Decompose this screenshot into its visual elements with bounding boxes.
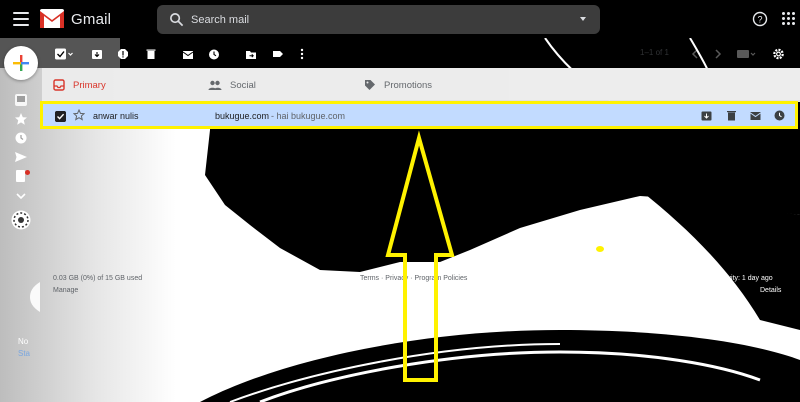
tab-promotions[interactable]: Promotions bbox=[364, 68, 432, 102]
hangouts-start-link[interactable]: Sta bbox=[18, 349, 30, 358]
tab-primary-label: Primary bbox=[73, 79, 106, 91]
row-archive-icon[interactable] bbox=[701, 110, 712, 121]
email-sender: anwar nulis bbox=[93, 111, 139, 121]
input-tools-icon[interactable] bbox=[736, 47, 756, 61]
search-options-icon[interactable] bbox=[580, 17, 586, 21]
select-all-checkbox[interactable] bbox=[54, 47, 74, 61]
starred-nav-icon[interactable] bbox=[14, 112, 28, 126]
row-delete-icon[interactable] bbox=[726, 110, 737, 121]
footer-policy-links[interactable]: Terms · Privacy · Program Policies bbox=[360, 275, 467, 282]
hangouts-placeholder-shape bbox=[30, 282, 40, 312]
activity-details-link[interactable]: Details bbox=[760, 287, 781, 294]
tab-promotions-label: Promotions bbox=[384, 79, 433, 91]
category-tabs: Primary Social Promotions bbox=[42, 68, 800, 102]
people-icon bbox=[208, 80, 222, 90]
compose-button[interactable] bbox=[4, 46, 38, 80]
tab-primary[interactable]: Primary bbox=[53, 68, 106, 102]
mark-as-read-icon[interactable] bbox=[182, 47, 194, 61]
move-to-icon[interactable] bbox=[245, 47, 257, 61]
manage-storage-link[interactable]: Manage bbox=[53, 287, 78, 294]
snoozed-nav-icon[interactable] bbox=[14, 131, 28, 145]
tag-icon bbox=[365, 80, 375, 90]
delete-icon[interactable] bbox=[145, 47, 157, 61]
gmail-logo[interactable] bbox=[40, 9, 64, 28]
label-icon[interactable] bbox=[272, 47, 284, 61]
email-snippet: - hai bukugue.com bbox=[271, 111, 346, 121]
sent-nav-icon[interactable] bbox=[14, 150, 28, 164]
search-input[interactable] bbox=[191, 9, 571, 30]
snooze-icon[interactable] bbox=[208, 47, 220, 61]
email-subject: bukugue.com bbox=[215, 111, 270, 121]
apps-grid-icon[interactable] bbox=[782, 12, 796, 26]
row-snooze-icon[interactable] bbox=[774, 110, 785, 121]
help-icon[interactable]: ? bbox=[752, 11, 768, 27]
older-chevron-right-icon[interactable] bbox=[713, 47, 723, 61]
tab-social-label: Social bbox=[230, 79, 256, 91]
more-chevron-down-icon[interactable] bbox=[14, 189, 28, 203]
tab-social[interactable]: Social bbox=[208, 68, 256, 102]
pagination-count: 1–1 of 1 bbox=[640, 48, 669, 57]
app-title: Gmail bbox=[71, 11, 112, 28]
row-checkbox[interactable] bbox=[55, 111, 66, 122]
svg-text:?: ? bbox=[757, 15, 762, 25]
row-mark-unread-icon[interactable] bbox=[750, 110, 761, 121]
search-icon[interactable] bbox=[169, 12, 184, 27]
hangouts-avatar[interactable] bbox=[11, 210, 31, 230]
more-options-icon[interactable] bbox=[298, 47, 306, 61]
storage-usage: 0.03 GB (0%) of 15 GB used bbox=[53, 275, 143, 282]
email-row[interactable]: anwar nulis bukugue.com - hai bukugue.co… bbox=[40, 101, 798, 129]
last-account-activity: Last account activity: 1 day ago bbox=[675, 275, 773, 282]
hangouts-status-text: No bbox=[18, 337, 29, 346]
newer-chevron-left-icon[interactable] bbox=[690, 47, 700, 61]
drafts-badge bbox=[25, 170, 30, 175]
search-bar[interactable] bbox=[157, 5, 600, 34]
plus-icon bbox=[13, 55, 29, 71]
star-icon[interactable] bbox=[73, 109, 85, 121]
top-header: Gmail ? bbox=[0, 0, 800, 38]
settings-gear-icon[interactable] bbox=[772, 47, 785, 61]
inbox-nav-icon[interactable] bbox=[14, 93, 28, 107]
main-menu-icon[interactable] bbox=[13, 12, 29, 26]
inbox-icon bbox=[53, 79, 65, 91]
report-spam-icon[interactable] bbox=[117, 47, 129, 61]
archive-icon[interactable] bbox=[91, 47, 103, 61]
